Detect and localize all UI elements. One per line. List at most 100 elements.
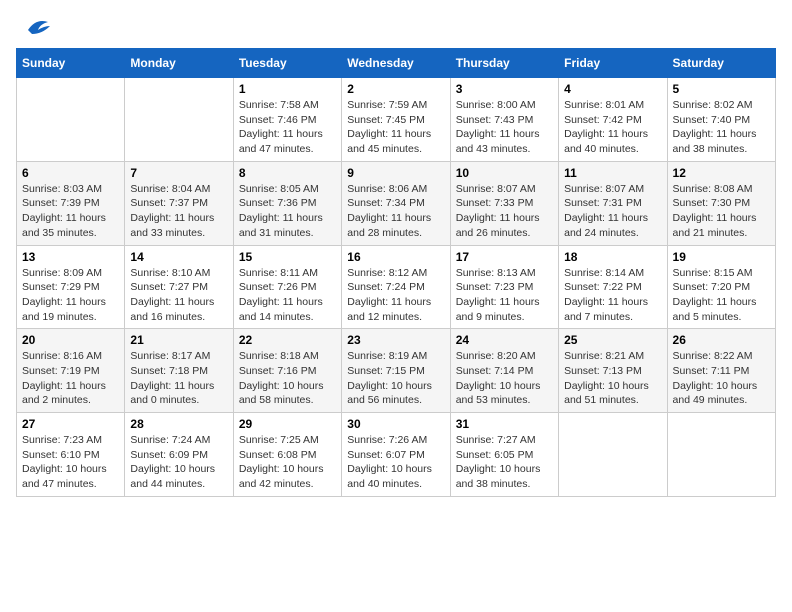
day-number: 16 bbox=[347, 250, 444, 264]
day-number: 14 bbox=[130, 250, 227, 264]
day-info: Sunrise: 8:09 AM Sunset: 7:29 PM Dayligh… bbox=[22, 266, 119, 325]
day-number: 25 bbox=[564, 333, 661, 347]
day-info: Sunrise: 8:17 AM Sunset: 7:18 PM Dayligh… bbox=[130, 349, 227, 408]
calendar-cell: 15Sunrise: 8:11 AM Sunset: 7:26 PM Dayli… bbox=[233, 245, 341, 329]
calendar-cell: 12 Sunrise: 8:08 AM Sunset: 7:30 PM Dayli… bbox=[667, 161, 775, 245]
day-info: Sunrise: 8:01 AM Sunset: 7:42 PM Dayligh… bbox=[564, 98, 661, 157]
logo-bird-icon bbox=[22, 16, 50, 38]
day-info: Sunrise: 7:26 AM Sunset: 6:07 PM Dayligh… bbox=[347, 433, 444, 492]
day-info: Sunrise: 8:21 AM Sunset: 7:13 PM Dayligh… bbox=[564, 349, 661, 408]
weekday-header: Wednesday bbox=[342, 49, 450, 78]
day-info: Sunrise: 7:27 AM Sunset: 6:05 PM Dayligh… bbox=[456, 433, 553, 492]
day-number: 12 bbox=[673, 166, 770, 180]
logo bbox=[16, 16, 50, 38]
day-number: 5 bbox=[673, 82, 770, 96]
weekday-header: Sunday bbox=[17, 49, 125, 78]
day-number: 2 bbox=[347, 82, 444, 96]
day-number: 3 bbox=[456, 82, 553, 96]
calendar-cell bbox=[17, 78, 125, 162]
calendar-cell: 5 Sunrise: 8:02 AM Sunset: 7:40 PM Daylig… bbox=[667, 78, 775, 162]
calendar-week-row: 1 Sunrise: 7:58 AM Sunset: 7:46 PM Daylig… bbox=[17, 78, 776, 162]
day-number: 9 bbox=[347, 166, 444, 180]
calendar-table: SundayMondayTuesdayWednesdayThursdayFrid… bbox=[16, 48, 776, 497]
day-number: 18 bbox=[564, 250, 661, 264]
calendar-cell bbox=[667, 413, 775, 497]
day-info: Sunrise: 8:22 AM Sunset: 7:11 PM Dayligh… bbox=[673, 349, 770, 408]
calendar-cell: 3 Sunrise: 8:00 AM Sunset: 7:43 PM Daylig… bbox=[450, 78, 558, 162]
calendar-cell: 9 Sunrise: 8:06 AM Sunset: 7:34 PM Daylig… bbox=[342, 161, 450, 245]
calendar-cell: 25 Sunrise: 8:21 AM Sunset: 7:13 PM Dayli… bbox=[559, 329, 667, 413]
day-info: Sunrise: 8:06 AM Sunset: 7:34 PM Dayligh… bbox=[347, 182, 444, 241]
day-info: Sunrise: 8:04 AM Sunset: 7:37 PM Dayligh… bbox=[130, 182, 227, 241]
day-number: 23 bbox=[347, 333, 444, 347]
day-info: Sunrise: 8:02 AM Sunset: 7:40 PM Dayligh… bbox=[673, 98, 770, 157]
calendar-cell: 27Sunrise: 7:23 AM Sunset: 6:10 PM Dayli… bbox=[17, 413, 125, 497]
day-number: 7 bbox=[130, 166, 227, 180]
day-info: Sunrise: 8:14 AM Sunset: 7:22 PM Dayligh… bbox=[564, 266, 661, 325]
calendar-cell bbox=[125, 78, 233, 162]
day-number: 20 bbox=[22, 333, 119, 347]
day-number: 15 bbox=[239, 250, 336, 264]
calendar-cell: 23 Sunrise: 8:19 AM Sunset: 7:15 PM Dayli… bbox=[342, 329, 450, 413]
day-info: Sunrise: 7:59 AM Sunset: 7:45 PM Dayligh… bbox=[347, 98, 444, 157]
day-number: 19 bbox=[673, 250, 770, 264]
day-number: 30 bbox=[347, 417, 444, 431]
day-number: 28 bbox=[130, 417, 227, 431]
calendar-week-row: 13 Sunrise: 8:09 AM Sunset: 7:29 PM Dayli… bbox=[17, 245, 776, 329]
day-number: 21 bbox=[130, 333, 227, 347]
calendar-cell: 19 Sunrise: 8:15 AM Sunset: 7:20 PM Dayli… bbox=[667, 245, 775, 329]
day-number: 24 bbox=[456, 333, 553, 347]
day-number: 11 bbox=[564, 166, 661, 180]
weekday-header: Saturday bbox=[667, 49, 775, 78]
calendar-cell: 11 Sunrise: 8:07 AM Sunset: 7:31 PM Dayli… bbox=[559, 161, 667, 245]
calendar-cell: 22Sunrise: 8:18 AM Sunset: 7:16 PM Dayli… bbox=[233, 329, 341, 413]
day-number: 13 bbox=[22, 250, 119, 264]
day-info: Sunrise: 7:58 AM Sunset: 7:46 PM Dayligh… bbox=[239, 98, 336, 157]
calendar-cell: 31 Sunrise: 7:27 AM Sunset: 6:05 PM Dayli… bbox=[450, 413, 558, 497]
calendar-cell: 29Sunrise: 7:25 AM Sunset: 6:08 PM Dayli… bbox=[233, 413, 341, 497]
calendar-cell: 14 Sunrise: 8:10 AM Sunset: 7:27 PM Dayli… bbox=[125, 245, 233, 329]
calendar-cell: 4 Sunrise: 8:01 AM Sunset: 7:42 PM Daylig… bbox=[559, 78, 667, 162]
calendar-cell: 7 Sunrise: 8:04 AM Sunset: 7:37 PM Daylig… bbox=[125, 161, 233, 245]
calendar-cell: 2 Sunrise: 7:59 AM Sunset: 7:45 PM Daylig… bbox=[342, 78, 450, 162]
day-number: 6 bbox=[22, 166, 119, 180]
calendar-cell: 21 Sunrise: 8:17 AM Sunset: 7:18 PM Dayli… bbox=[125, 329, 233, 413]
calendar-cell: 1 Sunrise: 7:58 AM Sunset: 7:46 PM Daylig… bbox=[233, 78, 341, 162]
weekday-header: Thursday bbox=[450, 49, 558, 78]
weekday-header: Monday bbox=[125, 49, 233, 78]
day-number: 31 bbox=[456, 417, 553, 431]
day-info: Sunrise: 8:16 AM Sunset: 7:19 PM Dayligh… bbox=[22, 349, 119, 408]
day-info: Sunrise: 8:00 AM Sunset: 7:43 PM Dayligh… bbox=[456, 98, 553, 157]
calendar-cell: 28 Sunrise: 7:24 AM Sunset: 6:09 PM Dayli… bbox=[125, 413, 233, 497]
day-info: Sunrise: 8:07 AM Sunset: 7:33 PM Dayligh… bbox=[456, 182, 553, 241]
day-info: Sunrise: 8:13 AM Sunset: 7:23 PM Dayligh… bbox=[456, 266, 553, 325]
calendar-week-row: 27Sunrise: 7:23 AM Sunset: 6:10 PM Dayli… bbox=[17, 413, 776, 497]
calendar-cell: 6 Sunrise: 8:03 AM Sunset: 7:39 PM Daylig… bbox=[17, 161, 125, 245]
day-number: 10 bbox=[456, 166, 553, 180]
calendar-week-row: 20 Sunrise: 8:16 AM Sunset: 7:19 PM Dayli… bbox=[17, 329, 776, 413]
weekday-header-row: SundayMondayTuesdayWednesdayThursdayFrid… bbox=[17, 49, 776, 78]
day-info: Sunrise: 8:19 AM Sunset: 7:15 PM Dayligh… bbox=[347, 349, 444, 408]
day-number: 1 bbox=[239, 82, 336, 96]
day-info: Sunrise: 8:08 AM Sunset: 7:30 PM Dayligh… bbox=[673, 182, 770, 241]
weekday-header: Friday bbox=[559, 49, 667, 78]
day-info: Sunrise: 7:25 AM Sunset: 6:08 PM Dayligh… bbox=[239, 433, 336, 492]
calendar-cell: 26 Sunrise: 8:22 AM Sunset: 7:11 PM Dayli… bbox=[667, 329, 775, 413]
day-info: Sunrise: 8:07 AM Sunset: 7:31 PM Dayligh… bbox=[564, 182, 661, 241]
calendar-cell: 20 Sunrise: 8:16 AM Sunset: 7:19 PM Dayli… bbox=[17, 329, 125, 413]
weekday-header: Tuesday bbox=[233, 49, 341, 78]
day-info: Sunrise: 8:10 AM Sunset: 7:27 PM Dayligh… bbox=[130, 266, 227, 325]
calendar-cell: 16 Sunrise: 8:12 AM Sunset: 7:24 PM Dayli… bbox=[342, 245, 450, 329]
calendar-cell: 17Sunrise: 8:13 AM Sunset: 7:23 PM Dayli… bbox=[450, 245, 558, 329]
day-number: 4 bbox=[564, 82, 661, 96]
day-info: Sunrise: 8:03 AM Sunset: 7:39 PM Dayligh… bbox=[22, 182, 119, 241]
day-info: Sunrise: 7:24 AM Sunset: 6:09 PM Dayligh… bbox=[130, 433, 227, 492]
page-header bbox=[16, 16, 776, 38]
calendar-week-row: 6 Sunrise: 8:03 AM Sunset: 7:39 PM Daylig… bbox=[17, 161, 776, 245]
day-info: Sunrise: 8:12 AM Sunset: 7:24 PM Dayligh… bbox=[347, 266, 444, 325]
day-number: 26 bbox=[673, 333, 770, 347]
day-info: Sunrise: 7:23 AM Sunset: 6:10 PM Dayligh… bbox=[22, 433, 119, 492]
day-number: 8 bbox=[239, 166, 336, 180]
calendar-cell: 13 Sunrise: 8:09 AM Sunset: 7:29 PM Dayli… bbox=[17, 245, 125, 329]
day-info: Sunrise: 8:15 AM Sunset: 7:20 PM Dayligh… bbox=[673, 266, 770, 325]
